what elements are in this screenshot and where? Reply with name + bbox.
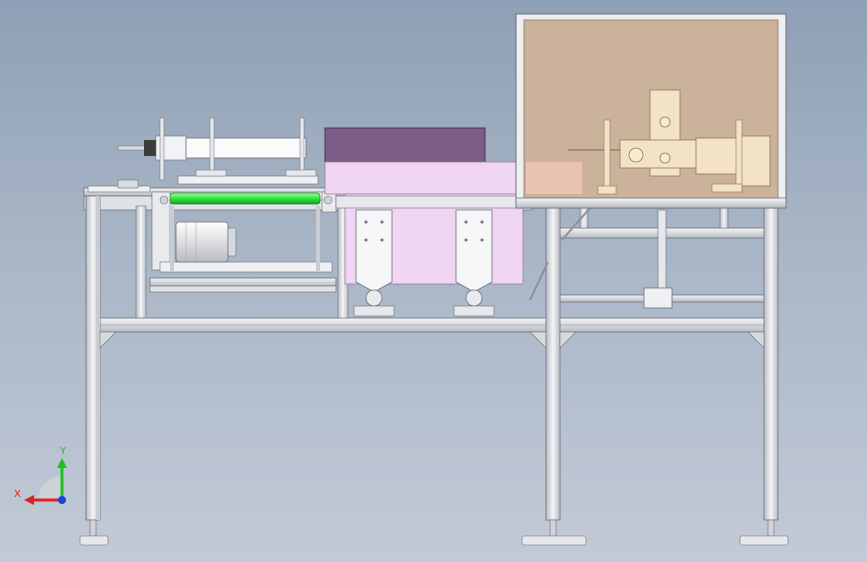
drive-motor[interactable]	[175, 221, 237, 263]
triad-x-label: X	[14, 489, 21, 500]
linear-slide[interactable]	[643, 209, 673, 309]
frame-leg-mid	[521, 207, 587, 546]
coordinate-triad: Y X	[14, 446, 67, 505]
green-roller	[169, 192, 321, 205]
triad-z-axis	[58, 496, 66, 504]
frame-leg-right	[739, 207, 789, 546]
triad-y-label: Y	[59, 446, 67, 457]
pneumatic-cylinder[interactable]	[117, 117, 319, 185]
cad-viewport[interactable]: Y X	[0, 0, 867, 562]
frame-leg-left	[79, 195, 109, 546]
